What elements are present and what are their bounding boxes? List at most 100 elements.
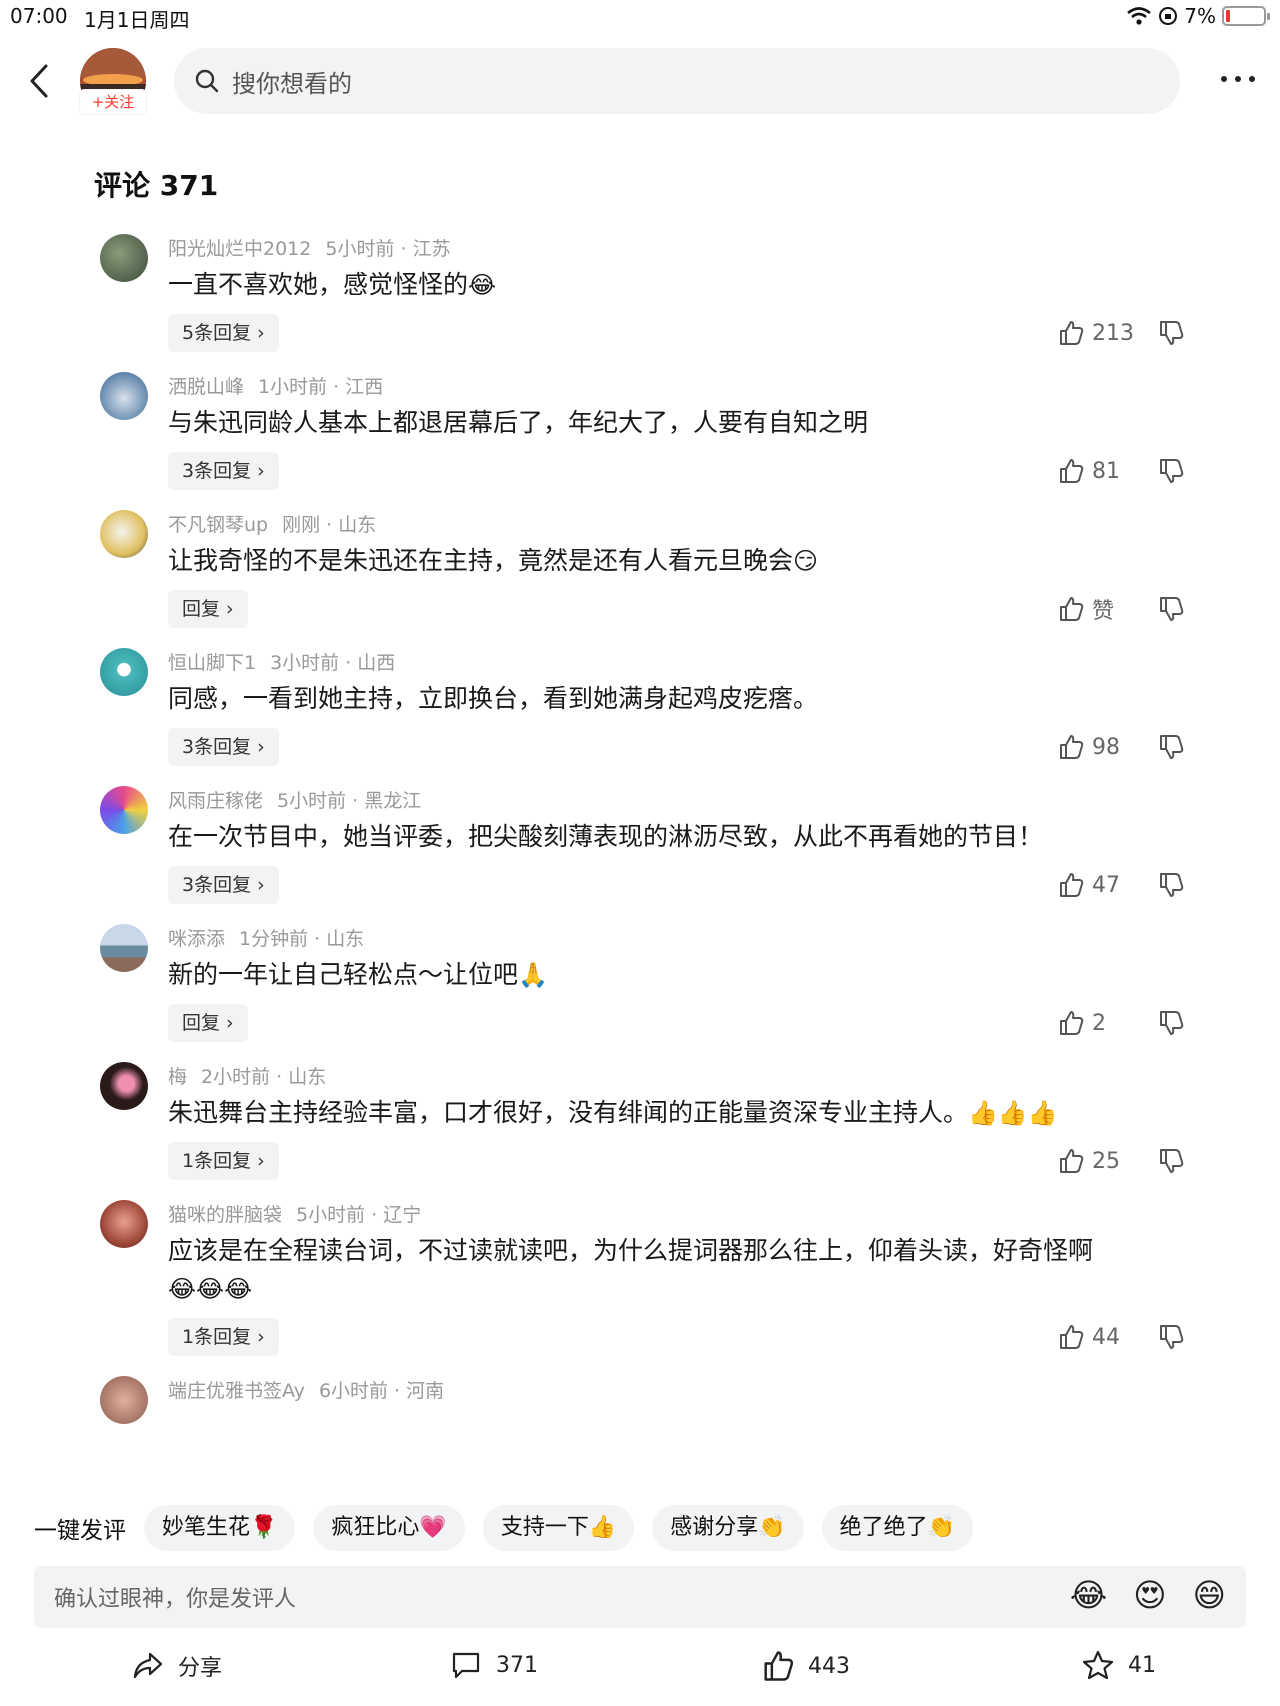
view-replies-button[interactable]: 3条回复 › <box>168 728 279 766</box>
quick-comment-chip[interactable]: 疯狂比心💗 <box>313 1505 465 1551</box>
dislike-button[interactable] <box>1158 452 1188 490</box>
comment-meta: 风雨庄稼佬 5小时前 · 黑龙江 <box>168 786 435 813</box>
favorite-button[interactable]: 41 <box>1082 1650 1156 1680</box>
thumbs-down-icon <box>1160 321 1184 345</box>
thumbs-down-icon <box>1160 597 1184 621</box>
dislike-button[interactable] <box>1158 866 1188 904</box>
share-label: 分享 <box>178 1656 223 1681</box>
comment-body: 同感，一看到她主持，立即换台，看到她满身起鸡皮疙瘩。 <box>168 684 819 713</box>
comment-emoji: 😏 <box>793 547 819 575</box>
more-button[interactable] <box>1216 64 1260 94</box>
like-button[interactable]: 44 <box>1058 1318 1120 1356</box>
user-avatar[interactable] <box>100 510 148 558</box>
like-button[interactable]: 98 <box>1058 728 1120 766</box>
quick-comment-bar: 一键发评 妙笔生花🌹 疯狂比心💗 支持一下👍 感谢分享👏 绝了绝了👏 <box>0 1504 1280 1552</box>
comment-text: 朱迅舞台主持经验丰富，口才很好，没有绯闻的正能量资深专业主持人。👍👍👍 <box>168 1094 1188 1132</box>
username[interactable]: 风雨庄稼佬 <box>168 790 263 812</box>
share-icon <box>133 1652 163 1679</box>
username[interactable]: 洒脱山峰 <box>168 376 244 398</box>
comment-emoji: 👍👍👍 <box>968 1099 1058 1127</box>
thumbs-up-icon <box>1060 597 1084 621</box>
user-avatar[interactable] <box>100 1376 148 1424</box>
thumbs-down-icon <box>1160 735 1184 759</box>
user-avatar[interactable] <box>100 1200 148 1248</box>
favorite-count: 41 <box>1128 1652 1156 1678</box>
comment-text: 同感，一看到她主持，立即换台，看到她满身起鸡皮疙瘩。 <box>168 680 1188 718</box>
quick-comment-chip[interactable]: 妙笔生花🌹 <box>144 1505 296 1551</box>
dislike-button[interactable] <box>1158 728 1188 766</box>
view-replies-button[interactable]: 5条回复 › <box>168 314 279 352</box>
star-icon <box>1082 1650 1114 1680</box>
user-avatar[interactable] <box>100 1062 148 1110</box>
like-button[interactable]: 213 <box>1058 314 1134 352</box>
laugh-cry-emoji-button[interactable]: 😂 <box>1070 1576 1107 1614</box>
view-replies-button[interactable]: 1条回复 › <box>168 1142 279 1180</box>
quick-comment-chip[interactable]: 绝了绝了👏 <box>821 1505 974 1551</box>
username[interactable]: 阳光灿烂中2012 <box>168 238 311 260</box>
comment-emoji: 😂😂😂 <box>168 1275 253 1303</box>
username[interactable]: 不凡钢琴up <box>168 514 268 536</box>
view-replies-button[interactable]: 1条回复 › <box>168 1318 279 1356</box>
dislike-button[interactable] <box>1158 590 1188 628</box>
user-avatar[interactable] <box>100 372 148 420</box>
quick-comment-chip[interactable]: 感谢分享👏 <box>652 1505 804 1551</box>
comment-emoji: 🙏 <box>518 961 548 989</box>
username[interactable]: 梅 <box>168 1066 187 1088</box>
user-avatar[interactable] <box>100 648 148 696</box>
comment-time: 5小时前 · 江苏 <box>325 238 451 260</box>
username[interactable]: 猫咪的胖脑袋 <box>168 1204 282 1226</box>
like-post-count: 443 <box>808 1653 850 1679</box>
dislike-button[interactable] <box>1158 1318 1188 1356</box>
thumbs-down-icon <box>1160 1149 1184 1173</box>
quick-comment-chip[interactable]: 支持一下👍 <box>482 1505 635 1551</box>
dislike-button[interactable] <box>1158 1142 1188 1180</box>
battery-percent: 7% <box>1184 4 1216 28</box>
thumbs-down-icon <box>1160 1011 1184 1035</box>
reply-button[interactable]: 回复 › <box>168 590 248 628</box>
follow-button[interactable]: +关注 <box>80 90 146 114</box>
user-avatar[interactable] <box>100 924 148 972</box>
like-count: 44 <box>1092 1324 1120 1350</box>
username[interactable]: 端庄优雅书签Ay <box>168 1380 305 1402</box>
share-button[interactable]: 分享 <box>132 1650 222 1682</box>
comment-text: 让我奇怪的不是朱迅还在主持，竟然是还有人看元旦晚会😏 <box>168 542 1188 580</box>
top-bar: +关注 搜你想看的 <box>0 44 1280 120</box>
username[interactable]: 咪添添 <box>168 928 225 950</box>
back-button[interactable] <box>20 56 60 106</box>
comment-icon <box>452 1652 480 1679</box>
view-replies-button[interactable]: 3条回复 › <box>168 452 279 490</box>
comment-body: 应该是在全程读台词，不过读就读吧，为什么提词器那么往上，仰着头读，好奇怪啊 <box>168 1236 1094 1265</box>
comment-time: 2小时前 · 山东 <box>201 1066 327 1088</box>
status-time: 07:00 <box>10 4 68 28</box>
heart-eyes-emoji-button[interactable]: 😍 <box>1133 1576 1166 1614</box>
like-button[interactable]: 赞 <box>1058 590 1114 628</box>
dislike-button[interactable] <box>1158 314 1188 352</box>
status-bar: 07:00 1月1日周四 7% <box>0 0 1280 34</box>
action-bar: 分享 371 443 41 <box>0 1642 1280 1698</box>
comment-meta: 阳光灿烂中2012 5小时前 · 江苏 <box>168 234 465 261</box>
reply-button[interactable]: 回复 › <box>168 1004 248 1042</box>
like-count: 47 <box>1092 872 1120 898</box>
username[interactable]: 恒山脚下1 <box>168 652 256 674</box>
user-avatar[interactable] <box>100 234 148 282</box>
like-button[interactable]: 47 <box>1058 866 1120 904</box>
like-button[interactable]: 25 <box>1058 1142 1120 1180</box>
search-bar[interactable]: 搜你想看的 <box>174 48 1180 114</box>
comment-button[interactable]: 371 <box>450 1650 538 1680</box>
comment-input[interactable]: 确认过眼神，你是发评人 😂 😍 😄 <box>34 1566 1246 1628</box>
like-button[interactable]: 81 <box>1058 452 1120 490</box>
thumbs-up-icon <box>1060 1149 1084 1173</box>
thumbs-up-icon <box>1060 1325 1084 1349</box>
like-post-button[interactable]: 443 <box>762 1650 850 1682</box>
like-button[interactable]: 2 <box>1058 1004 1106 1042</box>
user-avatar[interactable] <box>100 786 148 834</box>
view-replies-button[interactable]: 3条回复 › <box>168 866 279 904</box>
comment-text: 在一次节目中，她当评委，把尖酸刻薄表现的淋沥尽致，从此不再看她的节目！ <box>168 818 1188 856</box>
thumbs-up-icon <box>1060 735 1084 759</box>
dislike-button[interactable] <box>1158 1004 1188 1042</box>
thumbs-up-icon <box>1060 1011 1084 1035</box>
grin-emoji-button[interactable]: 😄 <box>1193 1576 1226 1614</box>
chevron-left-icon <box>30 64 48 98</box>
like-count: 81 <box>1092 458 1120 484</box>
thumbs-up-icon <box>764 1651 794 1681</box>
